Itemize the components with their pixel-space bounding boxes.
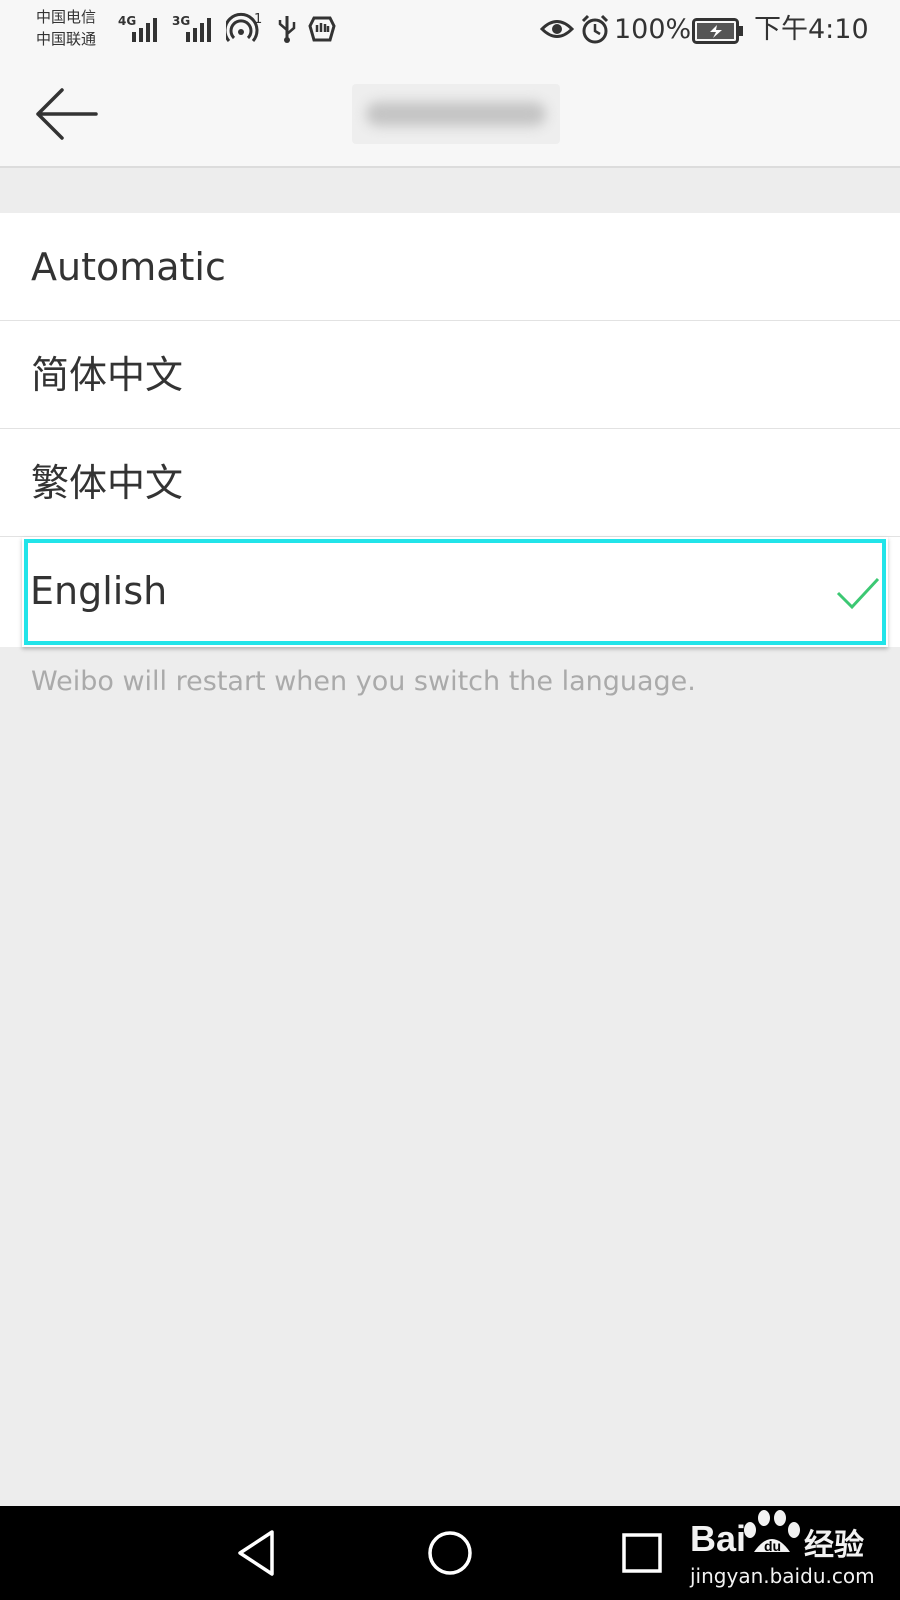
alarm-icon: [580, 14, 610, 48]
watermark-url: jingyan.baidu.com: [690, 1564, 875, 1588]
triangle-back-icon: [238, 1530, 274, 1576]
language-list: Automatic 简体中文 繁体中文 English: [0, 213, 900, 647]
watermark-brand: Bai: [690, 1518, 747, 1559]
eye-comfort-icon: [539, 16, 575, 46]
title-bar: [0, 62, 900, 168]
nav-recents-button[interactable]: [618, 1526, 668, 1584]
language-label: Automatic: [31, 245, 226, 289]
paw-icon: du: [744, 1510, 800, 1554]
hotspot-icon: 1: [223, 12, 263, 48]
language-option-traditional-chinese[interactable]: 繁体中文: [0, 429, 900, 537]
checkmark-icon: [836, 577, 880, 610]
language-label: English: [30, 569, 168, 613]
usb-icon: [276, 14, 298, 48]
battery-charging-icon: [692, 18, 744, 48]
language-option-automatic[interactable]: Automatic: [0, 213, 900, 321]
language-option-simplified-chinese[interactable]: 简体中文: [0, 321, 900, 429]
restart-notice: Weibo will restart when you switch the l…: [31, 666, 696, 697]
language-option-english[interactable]: English: [22, 537, 888, 647]
battery-percent: 100%: [614, 14, 692, 45]
clock-time: 下午4:10: [754, 14, 869, 45]
nav-back-button[interactable]: [232, 1526, 282, 1584]
square-recents-icon: [622, 1533, 662, 1573]
watermark-brand-cn: 经验: [804, 1528, 864, 1563]
carrier-names: 中国电信 中国联通: [36, 6, 96, 50]
nav-home-button[interactable]: [424, 1526, 476, 1584]
circle-home-icon: [428, 1531, 472, 1575]
carrier-2: 中国联通: [36, 30, 97, 48]
svg-text:du: du: [764, 1538, 781, 1554]
back-arrow-icon: [36, 88, 98, 140]
hotspot-count: 1: [254, 12, 263, 27]
back-button[interactable]: [30, 82, 106, 146]
baidu-jingyan-watermark: Bai du 经验 jingyan.baidu.com: [690, 1506, 890, 1596]
carrier-1: 中国电信: [36, 8, 97, 26]
language-label: 繁体中文: [31, 461, 184, 505]
status-bar: 中国电信 中国联通 4G 3G 1 100% 下午4:10: [0, 0, 900, 62]
page-title-blurred: [352, 84, 560, 144]
security-shield-icon: [308, 14, 336, 48]
language-label: 简体中文: [31, 353, 184, 397]
